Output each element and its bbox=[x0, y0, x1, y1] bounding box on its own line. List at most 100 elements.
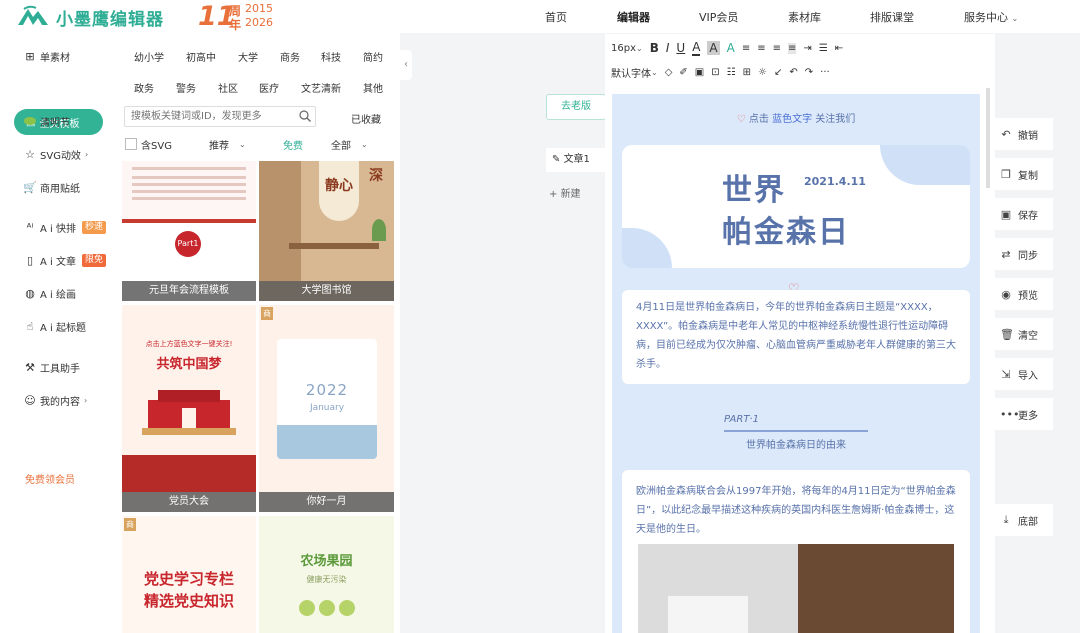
bold-button[interactable]: B bbox=[650, 41, 659, 55]
category-business[interactable]: 商务 bbox=[280, 49, 300, 64]
svg-checkbox[interactable] bbox=[125, 138, 137, 150]
search-input[interactable] bbox=[125, 107, 293, 126]
bg-color-button[interactable]: A bbox=[707, 41, 720, 55]
align-left-icon[interactable]: ≡ bbox=[742, 43, 750, 54]
sidebar-item-ai-article[interactable]: ▯ A i 文章 限免 bbox=[24, 252, 106, 268]
link-icon[interactable]: ↙ bbox=[774, 67, 782, 78]
sidebar-item-qingming[interactable]: 清明节 bbox=[24, 113, 70, 129]
free-member-link[interactable]: 免费领会员 bbox=[25, 471, 75, 486]
category-tech[interactable]: 科技 bbox=[321, 49, 341, 64]
follow-link[interactable]: 蓝色文字 bbox=[772, 114, 812, 125]
line-spacing-icon[interactable]: ☷ bbox=[727, 67, 736, 78]
category-police[interactable]: 警务 bbox=[176, 80, 196, 95]
bulb-icon[interactable]: ☼ bbox=[758, 67, 767, 78]
template-thumb-party[interactable]: 点击上方蓝色文字一键关注! 共筑中国梦 党员大会 bbox=[122, 305, 256, 512]
sidebar-item-ai-layout[interactable]: ᴬⁱ A i 快排 秒速 bbox=[24, 219, 106, 235]
sidebar-item-label: 工具助手 bbox=[40, 363, 80, 375]
sidebar-item-my-content[interactable]: ☺ 我的内容 › bbox=[24, 392, 87, 408]
font-family-select[interactable]: 默认字体 ⌄ bbox=[611, 65, 658, 80]
wave-decor bbox=[622, 228, 672, 268]
align-center-icon[interactable]: ≡ bbox=[757, 43, 765, 54]
article-photo[interactable] bbox=[638, 544, 954, 633]
eraser-icon[interactable]: ◇ bbox=[665, 67, 673, 78]
user-icon: ☺ bbox=[24, 393, 36, 407]
photo-cabinet bbox=[798, 544, 954, 633]
template-thumb-january[interactable]: 商 2022 January 你好一月 bbox=[259, 305, 394, 512]
sidebar-item-ai-paint[interactable]: ◍ A i 绘画 bbox=[24, 285, 76, 301]
sort-select[interactable]: 推荐 ⌄ bbox=[209, 137, 246, 152]
sidebar-item-svg[interactable]: ☆ SVG动效 › bbox=[24, 146, 88, 162]
bottom-button[interactable]: ⤓ 底部 bbox=[992, 504, 1053, 536]
category-literary[interactable]: 文艺清新 bbox=[301, 80, 341, 95]
sync-button[interactable]: ⇄ 同步 bbox=[992, 238, 1053, 270]
copy-button[interactable]: ❐ 复制 bbox=[992, 158, 1053, 190]
scope-select[interactable]: 全部 ⌄ bbox=[331, 137, 368, 152]
template-thumb-library[interactable]: 静心 深 大学图书馆 bbox=[259, 161, 394, 301]
doc-tab[interactable]: ✎ 文章1 bbox=[546, 148, 606, 172]
category-other[interactable]: 其他 bbox=[363, 80, 383, 95]
article-canvas[interactable]: ♡ 点击 蓝色文字 关注我们 世界 2021.4.11 帕金森日 ♡ 4月11日… bbox=[612, 94, 980, 633]
sidebar-item-ai-title[interactable]: ☝ A i 起标题 bbox=[24, 318, 86, 334]
collapse-panel-button[interactable]: ‹ bbox=[400, 50, 412, 80]
template-thumb-orchard[interactable]: 农场果园 健康无污染 bbox=[259, 516, 394, 633]
fruit-icon bbox=[319, 600, 335, 616]
headline: 共筑中国梦 bbox=[156, 357, 222, 372]
nav-service[interactable]: 服务中心 ⌄ bbox=[964, 9, 1018, 25]
import-button[interactable]: ⇲ 导入 bbox=[992, 358, 1053, 390]
category-secondary[interactable]: 初高中 bbox=[186, 49, 216, 64]
exit-icon[interactable]: ⇤ bbox=[835, 43, 843, 54]
format-brush-icon[interactable]: ✐ bbox=[679, 67, 687, 78]
paragraph-spacing-icon[interactable]: ⊞ bbox=[743, 67, 751, 78]
nav-vip[interactable]: VIP会员 bbox=[699, 9, 738, 25]
category-simple[interactable]: 简约 bbox=[363, 49, 383, 64]
new-doc-button[interactable]: + 新建 bbox=[549, 185, 581, 200]
nav-home[interactable]: 首页 bbox=[545, 9, 567, 25]
align-right-icon[interactable]: ≡ bbox=[773, 43, 781, 54]
text-effect-button[interactable]: A bbox=[727, 41, 735, 55]
clear-button[interactable]: 🗑 清空 bbox=[992, 318, 1053, 350]
indent-icon[interactable]: ⇥ bbox=[803, 43, 811, 54]
more-icon[interactable]: ··· bbox=[820, 67, 830, 78]
redo-arrow-icon[interactable]: ↷ bbox=[805, 67, 813, 78]
preview-button[interactable]: ◉ 预览 bbox=[992, 278, 1053, 310]
category-university[interactable]: 大学 bbox=[238, 49, 258, 64]
sidebar-item-material[interactable]: ⊞ 单素材 bbox=[24, 48, 70, 64]
font-color-button[interactable]: A bbox=[692, 40, 701, 56]
star-icon: ☆ bbox=[25, 147, 35, 161]
save-button[interactable]: ▣ 保存 bbox=[992, 198, 1053, 230]
sidebar-item-label: 商用贴纸 bbox=[40, 183, 80, 195]
sidebar-item-sticker[interactable]: 🛒 商用贴纸 bbox=[23, 179, 80, 195]
nav-material[interactable]: 素材库 bbox=[788, 9, 821, 25]
more-button[interactable]: ••• 更多 bbox=[992, 398, 1053, 430]
font-size-select[interactable]: 16px ⌄ bbox=[611, 43, 643, 54]
eagle-logo-icon[interactable] bbox=[16, 5, 50, 29]
nav-course[interactable]: 排版课堂 bbox=[870, 9, 914, 25]
list-icon[interactable]: ☰ bbox=[819, 43, 828, 54]
editor-scrollbar[interactable] bbox=[986, 88, 990, 188]
image-icon[interactable]: ▣ bbox=[695, 67, 704, 78]
intro-paragraph[interactable]: 4月11日是世界帕金森病日，今年的世界帕金森病日主题是“XXXX，XXXX”。帕… bbox=[636, 298, 956, 374]
category-community[interactable]: 社区 bbox=[218, 80, 238, 95]
free-filter[interactable]: 免费 bbox=[283, 137, 303, 152]
sidebar-item-tools[interactable]: ⚒ 工具助手 bbox=[24, 359, 80, 375]
justify-icon[interactable]: ≡ bbox=[788, 42, 797, 54]
text-box-icon[interactable]: ⊡ bbox=[711, 67, 719, 78]
svg-checkbox-label: 含SVG bbox=[141, 141, 172, 152]
collected-link[interactable]: 已收藏 bbox=[351, 111, 381, 126]
old-version-button[interactable]: 去老版 bbox=[546, 94, 606, 120]
category-primary[interactable]: 幼小学 bbox=[134, 49, 164, 64]
chevron-down-icon: ⌄ bbox=[636, 43, 643, 53]
italic-button[interactable]: I bbox=[666, 41, 670, 55]
nav-editor[interactable]: 编辑器 bbox=[617, 9, 650, 25]
wave-decor bbox=[880, 145, 970, 185]
category-government[interactable]: 政务 bbox=[134, 80, 154, 95]
brand-name[interactable]: 小墨鹰编辑器 bbox=[56, 5, 164, 30]
search-icon[interactable] bbox=[299, 110, 311, 122]
undo-button[interactable]: ↶ 撤销 bbox=[992, 118, 1053, 150]
category-medical[interactable]: 医疗 bbox=[259, 80, 279, 95]
undo-arrow-icon[interactable]: ↶ bbox=[789, 67, 797, 78]
template-thumb-party-history[interactable]: 商 党史学习专栏 精选党史知识 bbox=[122, 516, 256, 633]
template-thumb-new-year[interactable]: Part1 元旦年会流程模板 bbox=[122, 161, 256, 301]
underline-button[interactable]: U bbox=[676, 41, 685, 55]
history-paragraph[interactable]: 欧洲帕金森病联合会从1997年开始，将每年的4月11日定为“世界帕金森日”，以此… bbox=[636, 482, 956, 539]
